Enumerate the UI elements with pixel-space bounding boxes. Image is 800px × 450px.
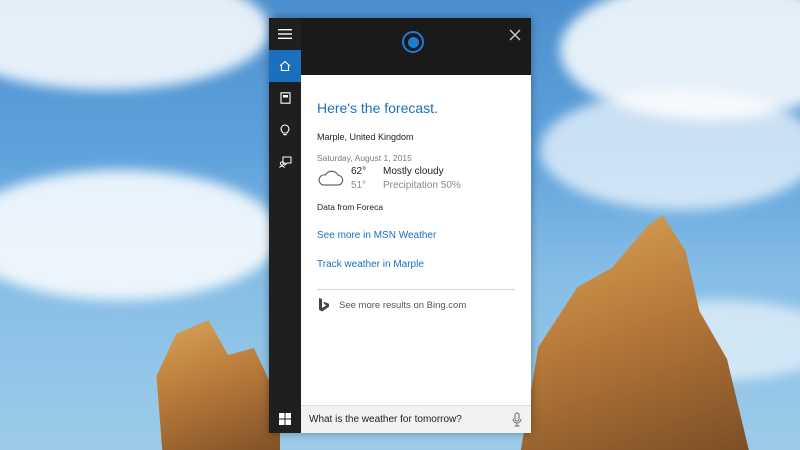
wallpaper-rock — [156, 320, 280, 450]
data-source-label: Data from Foreca — [317, 202, 384, 212]
cortana-logo-dot — [407, 36, 419, 48]
rail-reminders-button[interactable] — [269, 114, 301, 146]
precipitation-chance: Precipitation 50% — [383, 180, 461, 191]
windows-logo-icon — [279, 413, 291, 425]
home-icon — [279, 60, 291, 72]
rail-notebook-button[interactable] — [269, 82, 301, 114]
cortana-logo-icon[interactable] — [402, 31, 424, 53]
notebook-icon — [279, 92, 291, 104]
divider — [317, 289, 515, 290]
hamburger-icon — [278, 29, 292, 39]
location-label: Marple, United Kingdom — [317, 132, 414, 142]
hamburger-menu-button[interactable] — [269, 18, 301, 50]
weather-condition: Mostly cloudy — [383, 166, 444, 177]
cortana-header — [301, 18, 531, 75]
wallpaper-cloud — [0, 0, 270, 90]
high-temperature: 62° — [351, 166, 367, 177]
cloudy-icon — [318, 170, 344, 186]
rail-home-button[interactable] — [269, 50, 301, 82]
side-rail — [269, 18, 301, 433]
feedback-icon — [278, 156, 291, 168]
track-weather-link[interactable]: Track weather in Marple — [317, 259, 424, 270]
rail-feedback-button[interactable] — [269, 146, 301, 178]
close-button[interactable] — [505, 25, 525, 45]
weather-card: Here's the forecast. Marple, United King… — [301, 75, 531, 405]
bing-results-link[interactable]: See more results on Bing.com — [317, 297, 466, 313]
bing-results-text: See more results on Bing.com — [339, 299, 467, 311]
bing-icon — [319, 298, 329, 312]
search-box[interactable]: What is the weather for tomorrow? — [301, 405, 531, 433]
microphone-icon[interactable] — [511, 412, 523, 428]
close-icon — [509, 29, 521, 41]
wallpaper-cloud — [540, 90, 800, 210]
forecast-date: Saturday, August 1, 2015 — [317, 153, 412, 163]
windows-start-button[interactable] — [269, 405, 301, 433]
low-temperature: 51° — [351, 180, 367, 191]
lightbulb-icon — [280, 123, 290, 135]
card-headline: Here's the forecast. — [317, 100, 438, 116]
search-query[interactable]: What is the weather for tomorrow? — [309, 414, 462, 425]
msn-weather-link[interactable]: See more in MSN Weather — [317, 230, 436, 241]
cortana-panel: Here's the forecast. Marple, United King… — [269, 18, 531, 433]
wallpaper-cloud — [0, 170, 280, 300]
